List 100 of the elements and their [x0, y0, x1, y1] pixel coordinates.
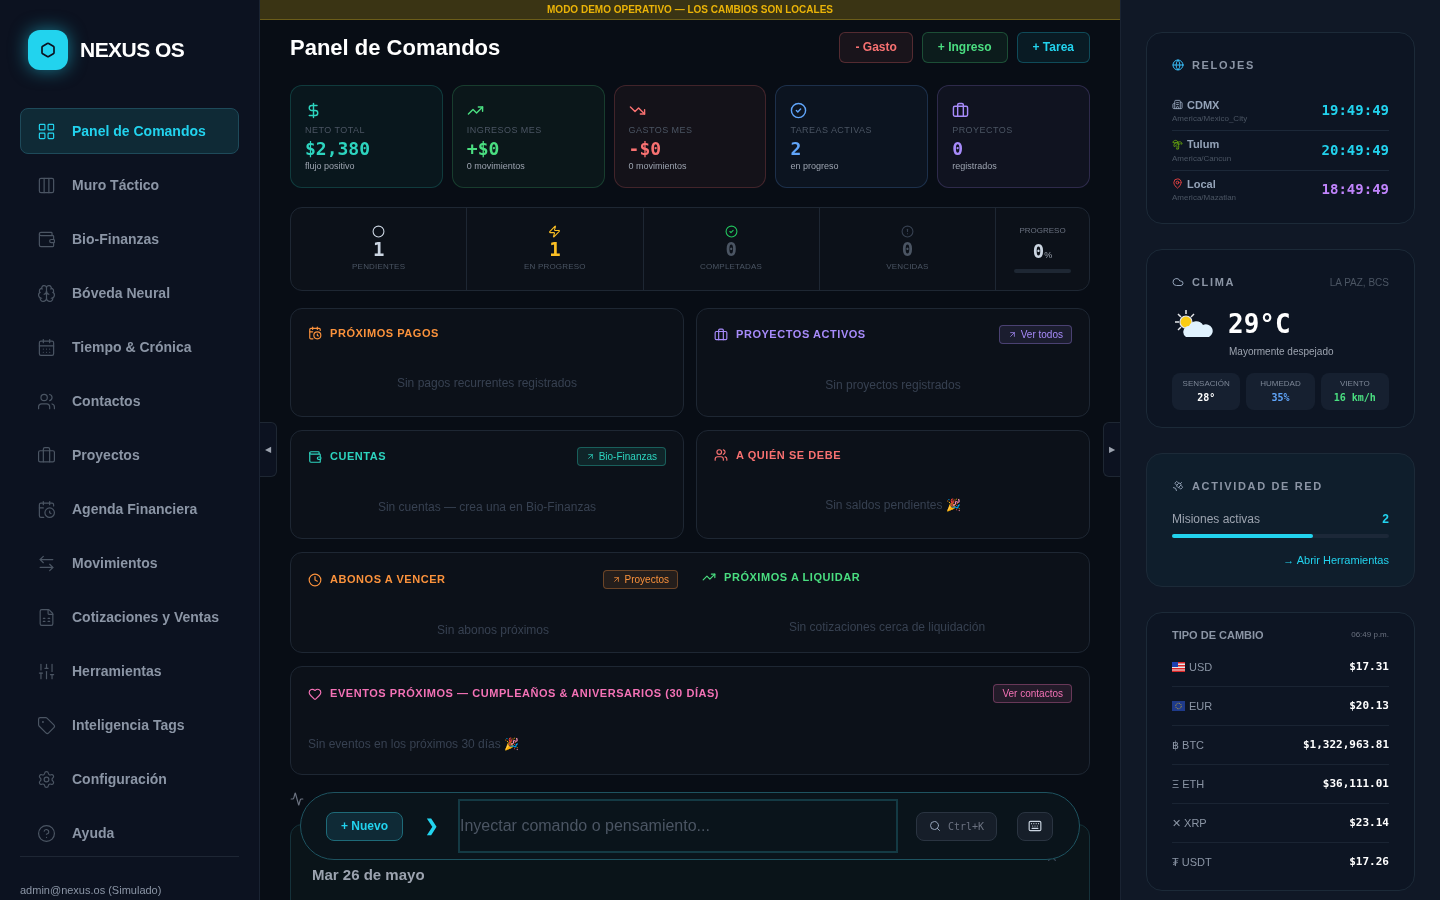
empty-message: Sin cotizaciones cerca de liquidación — [787, 618, 987, 636]
demo-banner: MODO DEMO OPERATIVO — LOS CAMBIOS SON LOCALES — [260, 0, 1120, 20]
clock-time: 18:49:49 — [1321, 180, 1389, 200]
wallet-icon — [37, 229, 56, 249]
stat-label: GASTOS MES — [628, 124, 694, 137]
stat-caption: registrados — [952, 160, 998, 173]
search-shortcut-button[interactable]: Ctrl+K — [916, 811, 998, 841]
action-button[interactable]: + Tarea — [1016, 31, 1090, 63]
people-icon — [37, 391, 56, 411]
pulse-icon — [290, 792, 304, 806]
empty-message: Sin abonos próximos — [435, 622, 551, 639]
stat-label: PROYECTOS — [952, 124, 1014, 137]
nav-item[interactable]: Movimientos — [20, 540, 239, 586]
nav-item[interactable]: Contactos — [20, 378, 239, 424]
panel-title: PROYECTOS ACTIVOS — [736, 327, 866, 343]
currency-label: ฿ BTC — [1172, 737, 1205, 753]
widget-title: ACTIVIDAD DE RED — [1192, 478, 1323, 494]
clock-zone: America/Mexico_City — [1172, 113, 1248, 125]
nav-item[interactable]: Configuración — [20, 756, 239, 802]
count-label: COMPLETADAS — [700, 261, 763, 274]
nav-item[interactable]: Panel de Comandos — [20, 108, 239, 154]
metric-label: HUMEDAD — [1260, 377, 1301, 390]
panel-title: ABONOS A VENCER — [330, 572, 446, 588]
metric-value: 28° — [1197, 390, 1216, 405]
panel-link[interactable]: Proyectos — [602, 570, 678, 589]
collapse-tab[interactable]: ◀ — [260, 422, 277, 477]
panel-link[interactable]: Bio-Finanzas — [576, 447, 666, 466]
wallet-icon — [308, 449, 322, 464]
stat-label: NETO TOTAL — [305, 124, 366, 137]
count-label: VENCIDAS — [886, 261, 929, 274]
stat-value: $2,380 — [305, 137, 372, 160]
widget-title: TIPO DE CAMBIO — [1172, 627, 1264, 643]
calendar-icon — [37, 337, 56, 357]
cloud-icon — [1172, 276, 1184, 289]
count-label: PENDIENTES — [352, 261, 406, 274]
collapse-tab[interactable]: ▶ — [1103, 422, 1120, 477]
nav-item[interactable]: Bio-Finanzas — [20, 216, 239, 262]
clock-city: Tulum — [1187, 137, 1220, 152]
currency-rate: $17.26 — [1349, 854, 1389, 871]
missions-label: Misiones activas — [1172, 511, 1261, 528]
arrow-icon — [611, 575, 621, 584]
currency-label: Ξ ETH — [1172, 776, 1205, 792]
weather-description: Mayormente despejado — [1229, 344, 1335, 359]
nav-item[interactable]: Herramientas — [20, 648, 239, 694]
check-circle-icon — [724, 224, 738, 238]
count-value: 1 — [549, 237, 561, 262]
stat-label: INGRESOS MES — [466, 124, 543, 137]
palm-tree-icon — [1172, 138, 1183, 150]
nav-item[interactable]: Tiempo & Crónica — [20, 324, 239, 370]
action-button[interactable]: - Gasto — [839, 31, 913, 63]
circle-icon — [372, 224, 386, 238]
briefcase-icon — [37, 445, 56, 465]
metric-value: 35% — [1271, 390, 1290, 405]
action-button[interactable]: + Ingreso — [921, 31, 1008, 63]
panel-link[interactable]: Ver todos — [998, 325, 1072, 344]
currency-label: USD — [1189, 659, 1213, 675]
satellite-icon — [1172, 479, 1184, 492]
nav-item[interactable]: Bóveda Neural — [20, 270, 239, 316]
calendar-clock-icon — [308, 326, 322, 341]
nav-item[interactable]: Agenda Financiera — [20, 486, 239, 532]
clock-zone: America/Mazatlan — [1172, 192, 1237, 204]
sliders-icon — [37, 661, 56, 681]
currency-label: ✕ XRP — [1172, 815, 1207, 831]
panel-title: PRÓXIMOS PAGOS — [330, 326, 439, 341]
nav-item[interactable]: Inteligencia Tags — [20, 702, 239, 748]
metric-value: 16 km/h — [1333, 390, 1376, 405]
panel-link[interactable]: Ver contactos — [993, 684, 1072, 703]
people-icon — [714, 448, 728, 463]
stat-value: 0 — [952, 137, 965, 160]
keyboard-button[interactable] — [1017, 811, 1054, 841]
help-icon — [37, 823, 56, 843]
count-value: 0 — [725, 237, 737, 262]
panel-title: EVENTOS PRÓXIMOS — CUMPLEAÑOS & ANIVERSARIOS (30 DÍAS) — [330, 686, 720, 702]
nav-item[interactable]: Cotizaciones y Ventas — [20, 594, 239, 640]
grid-icon — [37, 121, 56, 141]
flag-icon — [1172, 662, 1185, 672]
day-title: Mar 26 de mayo — [312, 866, 425, 883]
brain-icon — [37, 283, 56, 303]
percent-sign: % — [1044, 250, 1053, 263]
tools-link[interactable]: → Abrir Herramientas — [1283, 552, 1389, 569]
globe-icon — [1172, 59, 1184, 72]
new-button[interactable]: + Nuevo — [326, 811, 403, 841]
empty-message: Sin pagos recurrentes registrados — [395, 374, 579, 392]
keyboard-icon — [1028, 819, 1043, 833]
nav-item[interactable]: Proyectos — [20, 432, 239, 478]
prompt-symbol: ❯ — [425, 816, 438, 838]
stat-caption: en progreso — [790, 160, 840, 173]
page-title: Panel de Comandos — [290, 33, 501, 62]
nav-item[interactable]: Muro Táctico — [20, 162, 239, 208]
alert-icon — [900, 224, 914, 238]
settings-icon — [37, 769, 56, 789]
widget-title: CLIMA — [1192, 275, 1236, 290]
command-input[interactable]: Inyectar comando o pensamiento... — [458, 799, 898, 853]
nav-item[interactable]: Ayuda — [20, 810, 239, 856]
stat-caption: 0 movimientos — [628, 160, 688, 173]
widget-title: RELOJES — [1192, 58, 1255, 73]
count-value: 1 — [372, 237, 385, 262]
clock-zone: America/Cancun — [1172, 152, 1232, 165]
document-icon — [37, 607, 56, 627]
empty-message: Sin cuentas — crea una en Bio-Finanzas — [376, 499, 598, 516]
